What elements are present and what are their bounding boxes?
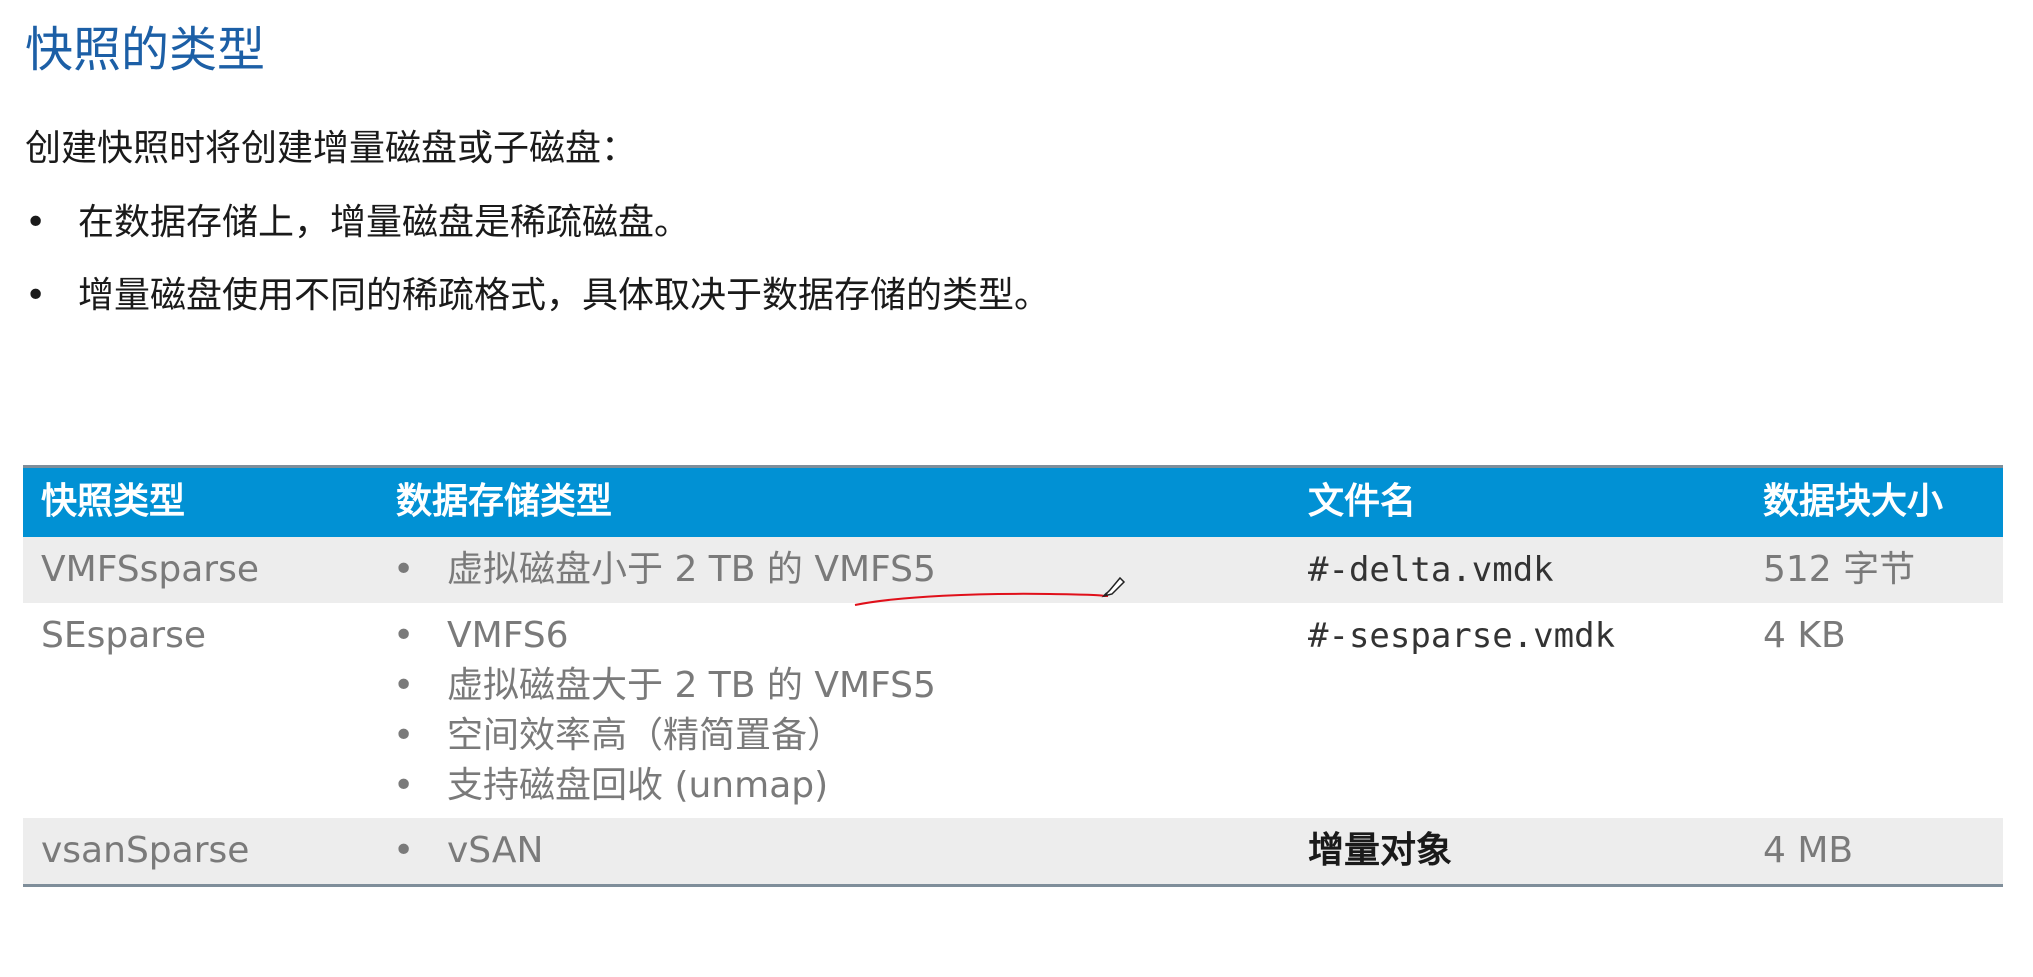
cell-filename: 增量对象 bbox=[1308, 830, 1453, 871]
cell-block-size: 4 MB bbox=[1763, 830, 1854, 871]
cell-filename: #-sesparse.vmdk bbox=[1308, 616, 1616, 656]
intro-text: 创建快照时将创建增量磁盘或子磁盘： bbox=[25, 128, 638, 169]
table-row: VMFSsparse • 虚拟磁盘小于 2 TB 的 VMFS5 #-delta… bbox=[23, 537, 2003, 603]
cell-snapshot-type: SEsparse bbox=[41, 615, 206, 656]
cell-filename: #-delta.vmdk bbox=[1308, 550, 1554, 590]
bullet-dot: • bbox=[393, 615, 415, 656]
bullet-dot: • bbox=[393, 765, 415, 806]
cell-datastore-type: • 虚拟磁盘小于 2 TB 的 VMFS5 bbox=[393, 545, 936, 595]
bullet-dot: • bbox=[25, 202, 47, 243]
cell-snapshot-type: VMFSsparse bbox=[41, 549, 259, 590]
cell-block-size: 512 字节 bbox=[1763, 549, 1916, 590]
cell-datastore-type: • VMFS6 • 虚拟磁盘大于 2 TB 的 VMFS5 • 空间效率高（精简… bbox=[393, 611, 936, 811]
header-snapshot-type: 快照类型 bbox=[41, 481, 186, 522]
datastore-bullet-text: VMFS6 bbox=[447, 615, 569, 656]
cell-datastore-type: • vSAN bbox=[393, 826, 543, 876]
datastore-bullet: • 空间效率高（精简置备） bbox=[393, 711, 936, 761]
bullet-item: • 在数据存储上，增量磁盘是稀疏磁盘。 bbox=[25, 200, 1050, 246]
header-datastore-type: 数据存储类型 bbox=[396, 481, 613, 522]
bullet-list: • 在数据存储上，增量磁盘是稀疏磁盘。 • 增量磁盘使用不同的稀疏格式，具体取决… bbox=[25, 200, 1050, 346]
bullet-text: 在数据存储上，增量磁盘是稀疏磁盘。 bbox=[78, 202, 691, 243]
header-filename: 文件名 bbox=[1308, 481, 1417, 522]
snapshot-types-table: 快照类型 数据存储类型 文件名 数据块大小 VMFSsparse • 虚拟磁盘小… bbox=[23, 465, 2003, 887]
bullet-item: • 增量磁盘使用不同的稀疏格式，具体取决于数据存储的类型。 bbox=[25, 273, 1050, 319]
datastore-bullet: • VMFS6 bbox=[393, 611, 936, 661]
datastore-bullet-text: 虚拟磁盘小于 2 TB 的 VMFS5 bbox=[447, 549, 936, 590]
bullet-dot: • bbox=[393, 549, 415, 590]
header-block-size: 数据块大小 bbox=[1763, 481, 1944, 522]
table-row: vsanSparse • vSAN 增量对象 4 MB bbox=[23, 818, 2003, 884]
bullet-dot: • bbox=[393, 830, 415, 871]
bullet-text: 增量磁盘使用不同的稀疏格式，具体取决于数据存储的类型。 bbox=[78, 275, 1051, 316]
cell-block-size: 4 KB bbox=[1763, 615, 1846, 656]
bullet-dot: • bbox=[25, 275, 47, 316]
datastore-bullet: • 虚拟磁盘小于 2 TB 的 VMFS5 bbox=[393, 545, 936, 595]
cell-snapshot-type: vsanSparse bbox=[41, 830, 250, 871]
table-bottom-rule bbox=[23, 884, 2003, 887]
table-row: SEsparse • VMFS6 • 虚拟磁盘大于 2 TB 的 VMFS5 •… bbox=[23, 603, 2003, 818]
datastore-bullet: • 虚拟磁盘大于 2 TB 的 VMFS5 bbox=[393, 661, 936, 711]
bullet-dot: • bbox=[393, 715, 415, 756]
datastore-bullet: • vSAN bbox=[393, 826, 543, 876]
table-header-row: 快照类型 数据存储类型 文件名 数据块大小 bbox=[23, 465, 2003, 537]
slide-title: 快照的类型 bbox=[25, 22, 266, 78]
datastore-bullet: • 支持磁盘回收 (unmap) bbox=[393, 761, 936, 811]
datastore-bullet-text: 支持磁盘回收 (unmap) bbox=[447, 765, 829, 806]
datastore-bullet-text: vSAN bbox=[447, 830, 544, 871]
datastore-bullet-text: 虚拟磁盘大于 2 TB 的 VMFS5 bbox=[447, 665, 936, 706]
bullet-dot: • bbox=[393, 665, 415, 706]
datastore-bullet-text: 空间效率高（精简置备） bbox=[447, 715, 844, 756]
